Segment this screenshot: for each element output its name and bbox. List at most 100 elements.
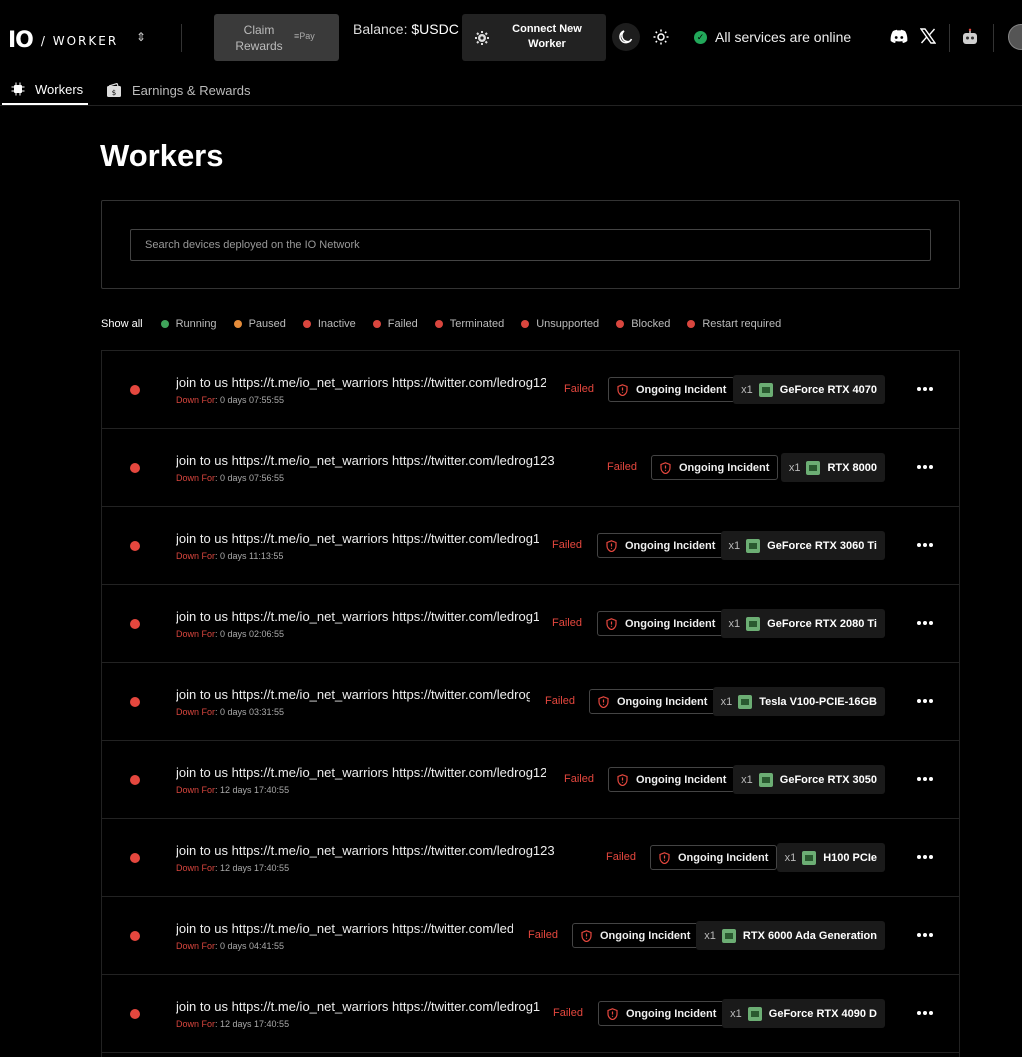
- status-dot: [233, 320, 242, 328]
- logo[interactable]: IO / WORKER: [8, 28, 118, 53]
- incident-label: Ongoing Incident: [626, 1007, 717, 1020]
- ongoing-incident-button[interactable]: Ongoing Incident: [589, 689, 717, 714]
- worker-name[interactable]: join to us https://t.me/io_net_warriors …: [176, 531, 539, 546]
- more-options-icon[interactable]: [917, 699, 933, 703]
- worker-row[interactable]: join to us https://t.me/io_net_warriors …: [102, 975, 959, 1053]
- connect-new-worker-button[interactable]: Connect New Worker: [462, 14, 606, 61]
- more-options-icon[interactable]: [917, 1011, 933, 1015]
- bot-icon[interactable]: [961, 28, 979, 46]
- worker-row[interactable]: join to us https://t.me/io_net_warriors …: [102, 897, 959, 975]
- down-value: : 12 days 17:40:55: [215, 863, 290, 873]
- worker-name[interactable]: join to us https://t.me/io_net_warriors …: [176, 687, 530, 702]
- discord-icon[interactable]: [889, 28, 909, 46]
- tab-earnings-rewards[interactable]: $ Earnings & Rewards: [106, 75, 251, 105]
- ongoing-incident-button[interactable]: Ongoing Incident: [572, 923, 700, 948]
- tab-label: Workers: [35, 81, 84, 97]
- down-value: : 0 days 11:13:55: [215, 551, 284, 561]
- filter-restart-required[interactable]: Restart required: [687, 318, 781, 330]
- worker-list: join to us https://t.me/io_net_warriors …: [101, 350, 960, 1057]
- status-dot: [434, 320, 443, 328]
- gpu-icon: [721, 928, 736, 943]
- avatar[interactable]: [1008, 24, 1022, 50]
- down-label: Down For: [176, 473, 216, 483]
- status-badge: Failed: [528, 929, 558, 941]
- status-badge: Failed: [545, 695, 575, 707]
- more-options-icon[interactable]: [917, 465, 933, 469]
- worker-row[interactable]: join to us https://t.me/io_net_warriors …: [102, 585, 959, 663]
- claim-rewards-button[interactable]: Claim Rewards ≡Pay: [214, 14, 339, 61]
- gpu-quantity: x1: [784, 851, 797, 864]
- worker-row[interactable]: join to us https://t.me/io_net_warriors …: [102, 663, 959, 741]
- worker-name[interactable]: join to us https://t.me/io_net_warriors …: [176, 609, 539, 624]
- filter-blocked[interactable]: Blocked: [616, 318, 670, 330]
- dark-mode-toggle[interactable]: [612, 23, 640, 51]
- divider: [993, 24, 994, 52]
- worker-row[interactable]: join to us https://t.me/io_net_warriors …: [102, 741, 959, 819]
- more-options-icon[interactable]: [917, 855, 933, 859]
- ongoing-incident-button[interactable]: Ongoing Incident: [608, 767, 736, 792]
- ongoing-incident-button[interactable]: Ongoing Incident: [650, 845, 778, 870]
- more-options-icon[interactable]: [917, 933, 933, 937]
- down-value: : 12 days 17:40:55: [215, 785, 290, 795]
- worker-row[interactable]: join to us https://t.me/io_net_warriors …: [102, 507, 959, 585]
- gpu-icon: [746, 538, 761, 553]
- gpu-quantity: x1: [730, 1007, 742, 1020]
- ongoing-incident-button[interactable]: Ongoing Incident: [608, 377, 736, 402]
- status-badge: Failed: [564, 383, 594, 395]
- ongoing-incident-button[interactable]: Ongoing Incident: [597, 533, 725, 558]
- status-dot: [130, 463, 140, 473]
- filter-terminated[interactable]: Terminated: [434, 318, 505, 330]
- more-options-icon[interactable]: [917, 543, 933, 547]
- incident-label: Ongoing Incident: [678, 851, 769, 864]
- search-input[interactable]: [130, 229, 931, 261]
- gpu-badge: x1 GeForce RTX 3060 Ti: [720, 531, 885, 560]
- gpu-quantity: x1: [728, 539, 741, 552]
- gpu-name: GeForce RTX 3060 Ti: [767, 539, 877, 552]
- status-dot: [130, 931, 140, 941]
- gpu-name: GeForce RTX 4090 D: [768, 1007, 877, 1020]
- gpu-icon: [746, 616, 761, 631]
- more-options-icon[interactable]: [917, 387, 933, 391]
- ongoing-incident-button[interactable]: Ongoing Incident: [651, 455, 779, 480]
- status-dot: [130, 1009, 140, 1019]
- worker-row[interactable]: join to us https://t.me/io_net_warriors …: [102, 351, 959, 429]
- ongoing-incident-button[interactable]: Ongoing Incident: [598, 1001, 726, 1026]
- filter-unsupported[interactable]: Unsupported: [521, 318, 599, 330]
- moon-icon: [619, 30, 633, 44]
- gpu-name: H100 PCIe: [823, 851, 877, 864]
- filter-label: Failed: [387, 318, 418, 330]
- ongoing-incident-button[interactable]: Ongoing Incident: [597, 611, 725, 636]
- filter-inactive[interactable]: Inactive: [302, 318, 356, 330]
- worker-name[interactable]: join to us https://t.me/io_net_warriors …: [176, 843, 576, 858]
- status-dot: [130, 541, 140, 551]
- worker-name[interactable]: join to us https://t.me/io_net_warriors …: [176, 375, 546, 390]
- status-filters: Show all Running Paused Inactive Failed …: [101, 318, 798, 330]
- tab-workers[interactable]: Workers: [2, 75, 88, 105]
- light-mode-toggle[interactable]: [650, 26, 672, 48]
- shield-icon: [598, 695, 609, 708]
- worker-name[interactable]: join to us https://t.me/io_net_warriors …: [176, 999, 540, 1014]
- connect-label: Connect New Worker: [512, 23, 582, 50]
- sun-icon: [653, 29, 669, 45]
- worker-row[interactable]: join to us https://t.me/io_net_warriors …: [102, 819, 959, 897]
- incident-label: Ongoing Incident: [625, 617, 716, 630]
- filter-show-all[interactable]: Show all: [101, 318, 143, 330]
- down-label: Down For: [176, 785, 216, 795]
- page-title: Workers: [100, 138, 224, 173]
- status-dot: [130, 775, 140, 785]
- more-options-icon[interactable]: [917, 621, 933, 625]
- chevron-updown-icon[interactable]: ⇕: [136, 30, 146, 44]
- worker-name[interactable]: join to us https://t.me/io_net_warriors …: [176, 921, 513, 936]
- x-twitter-icon[interactable]: [920, 28, 936, 44]
- filter-label: Terminated: [449, 318, 505, 330]
- filter-paused[interactable]: Paused: [233, 318, 286, 330]
- filter-running[interactable]: Running: [160, 318, 217, 330]
- worker-name[interactable]: join to us https://t.me/io_net_warriors …: [176, 765, 546, 780]
- service-status[interactable]: ✓ All services are online: [694, 29, 851, 45]
- down-label: Down For: [176, 707, 216, 717]
- worker-name[interactable]: join to us https://t.me/io_net_warriors …: [176, 453, 576, 468]
- worker-row[interactable]: join to us https://t.me/io_net_warriors …: [102, 429, 959, 507]
- more-options-icon[interactable]: [917, 777, 933, 781]
- filter-failed[interactable]: Failed: [372, 318, 418, 330]
- gpu-icon: [806, 460, 821, 475]
